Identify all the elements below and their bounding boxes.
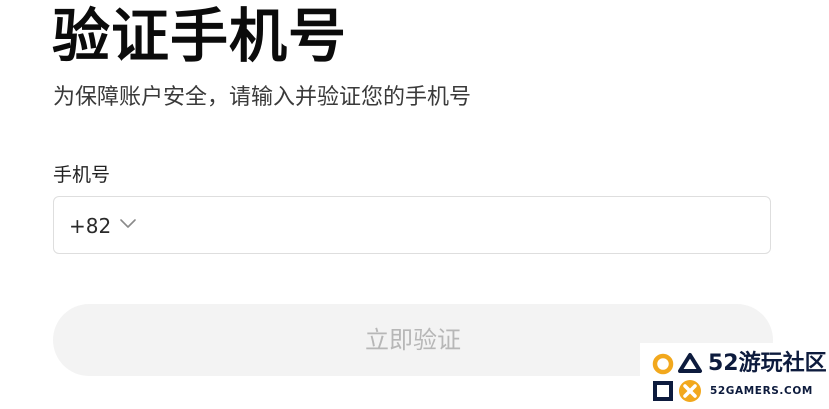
verify-phone-page: 验证手机号 为保障账户安全，请输入并验证您的手机号 手机号 +82 立即验证 5…: [0, 0, 829, 409]
country-code-select[interactable]: +82: [69, 213, 111, 239]
phone-field-label: 手机号: [53, 164, 111, 186]
country-code-value: +82: [69, 214, 112, 238]
phone-number-input[interactable]: [154, 205, 758, 247]
page-title: 验证手机号: [52, 2, 348, 70]
page-subtitle: 为保障账户安全，请输入并验证您的手机号: [53, 85, 472, 110]
watermark: 52游玩社区 52GAMERS.COM: [640, 343, 829, 409]
watermark-subtitle: 52GAMERS.COM: [710, 385, 813, 397]
watermark-title: 52游玩社区: [708, 351, 827, 376]
chevron-down-icon[interactable]: [120, 219, 136, 229]
gamepad-symbols-logo: [652, 353, 702, 402]
phone-field: +82: [53, 196, 771, 254]
